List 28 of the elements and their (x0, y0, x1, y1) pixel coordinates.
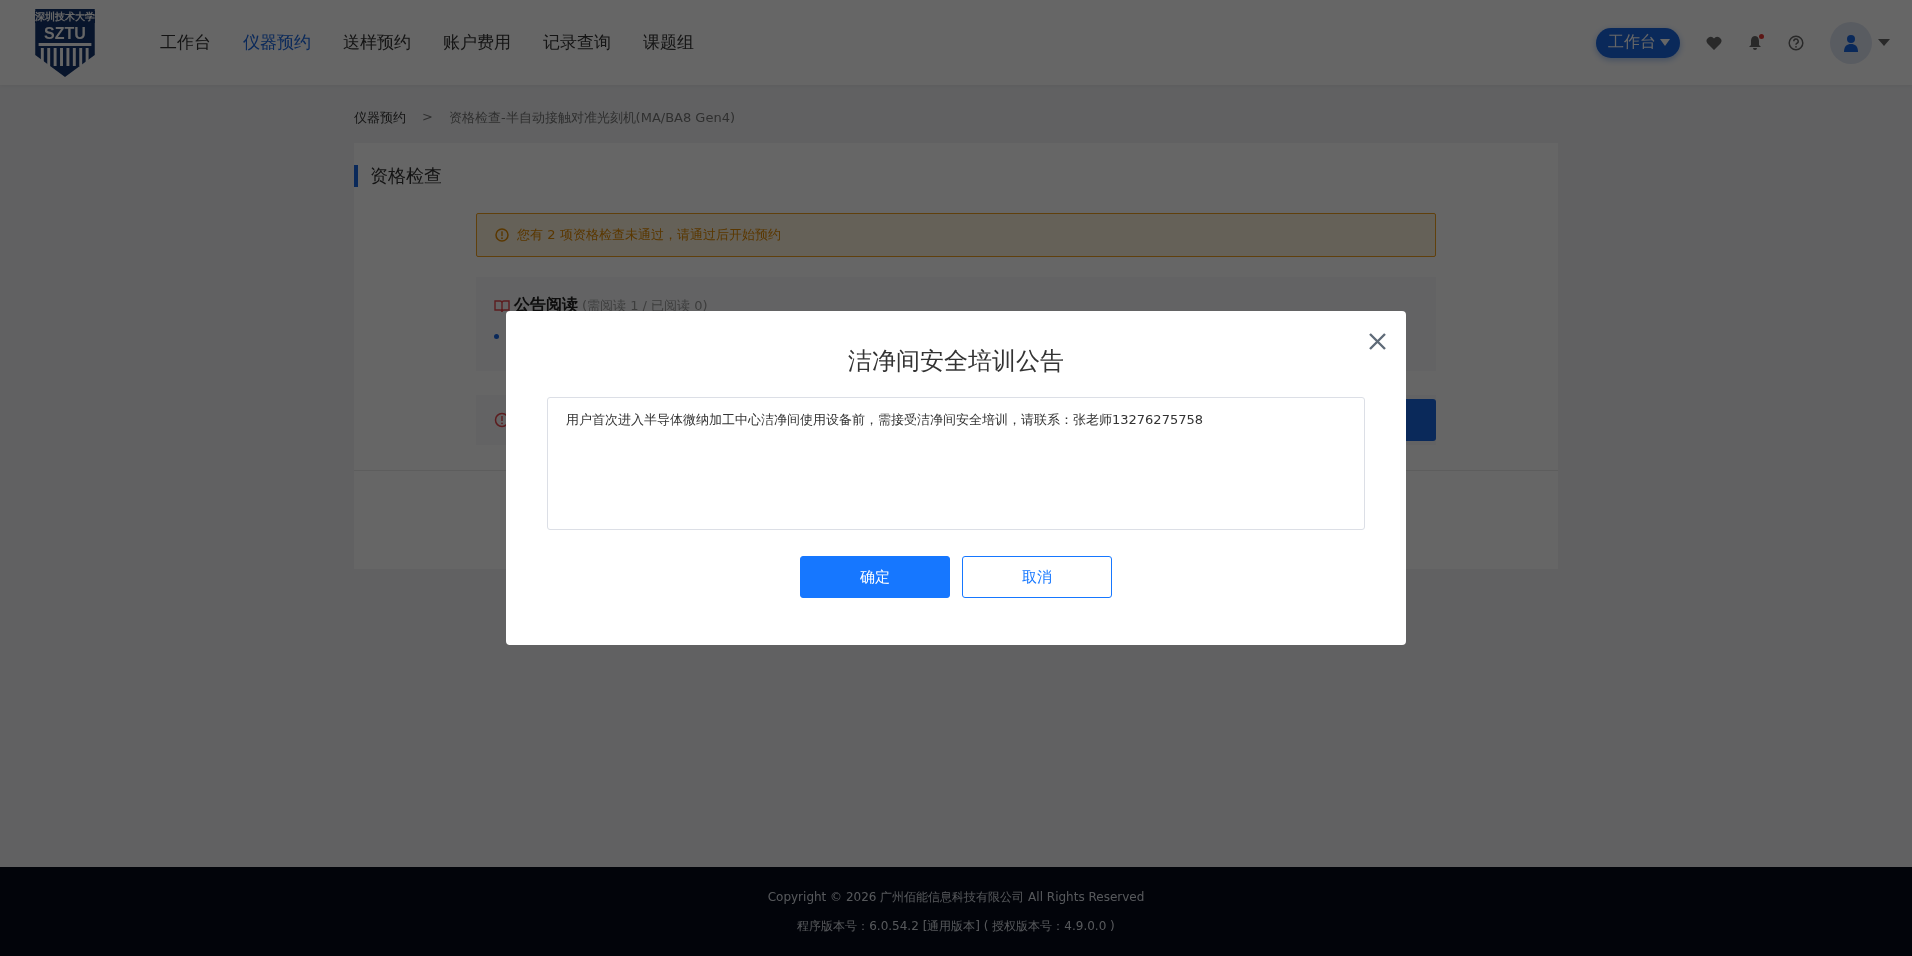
caret-icon (1660, 38, 1670, 47)
bullet-dot (494, 334, 499, 339)
bell-icon[interactable] (1748, 34, 1762, 51)
nav-tab[interactable]: 账户费用 (427, 31, 527, 54)
user-avatar[interactable] (1830, 21, 1872, 64)
copyright-text: Copyright © 2026 广州佰能信息科技有限公司 All Rights Reserved (767, 888, 1145, 906)
breadcrumb-link[interactable]: 仪器预约 (354, 109, 406, 127)
nav-tab[interactable]: 工作台 (144, 31, 227, 54)
version-text: 程序版本号：6.0.54.2 [通用版本] ( 授权版本号：4.9.0.0 ) (797, 917, 1115, 935)
book-icon (494, 298, 510, 313)
nav-tab[interactable]: 仪器预约 (227, 31, 327, 54)
card-title: 资格检查 (354, 165, 1558, 187)
breadcrumb-separator: > (422, 109, 433, 126)
cancel-button[interactable]: 取消 (962, 556, 1112, 598)
confirm-button[interactable]: 确定 (800, 556, 950, 598)
dialog-title: 洁净间安全培训公告 (848, 346, 1064, 377)
nav-tab[interactable]: 记录查询 (527, 31, 627, 54)
close-button[interactable] (1369, 333, 1386, 350)
logo-abbr: SZTU (43, 24, 87, 43)
warning-icon (495, 228, 509, 242)
caret-icon[interactable] (1878, 38, 1890, 47)
help-icon[interactable] (1788, 34, 1804, 51)
warning-text: 您有 2 项资格检查未通过，请通过后开始预约 (517, 226, 781, 244)
nav-tab[interactable]: 送样预约 (327, 31, 427, 54)
nav-tab[interactable]: 课题组 (627, 31, 710, 54)
workbench-button[interactable]: 工作台 (1596, 27, 1680, 58)
notice-body: 用户首次进入半导体微纳加工中心洁净间使用设备前，需接受洁净间安全培训，请联系：张老师13276275758 (547, 397, 1365, 530)
heart-icon[interactable] (1706, 35, 1722, 50)
